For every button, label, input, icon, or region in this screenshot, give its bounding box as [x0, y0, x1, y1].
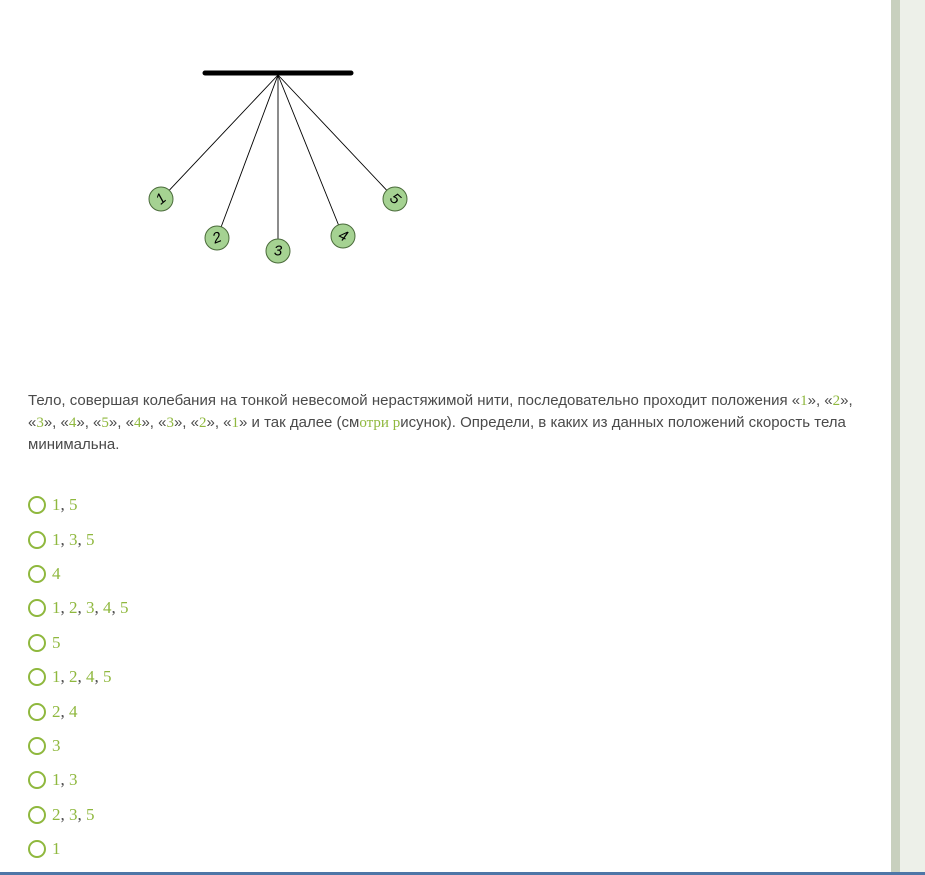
option-label: 1, 5	[52, 495, 78, 515]
option-label: 5	[52, 633, 61, 653]
option-label: 4	[52, 564, 61, 584]
radio-icon[interactable]	[28, 668, 46, 686]
radio-icon[interactable]	[28, 806, 46, 824]
content-region: 1 2 3 4 5 Тело, совершая колебания на тонкой…	[0, 0, 891, 872]
radio-icon[interactable]	[28, 634, 46, 652]
option-label: 2, 4	[52, 702, 78, 722]
pendulum-position-5: 5	[383, 187, 407, 211]
radio-icon[interactable]	[28, 737, 46, 755]
options-group: 1, 5 1, 3, 5 4 1, 2, 3, 4, 5 5 1, 2, 4, 5 2, 4…	[28, 488, 129, 866]
option-9[interactable]: 1, 3	[28, 763, 129, 797]
question-text: Тело, совершая колебания на тонкой невес…	[28, 390, 863, 456]
svg-text:3: 3	[274, 243, 283, 260]
option-label: 3	[52, 736, 61, 756]
option-1[interactable]: 1, 5	[28, 488, 129, 522]
option-5[interactable]: 5	[28, 626, 129, 660]
option-label: 1, 2, 3, 4, 5	[52, 598, 129, 618]
pendulum-diagram: 1 2 3 4 5	[140, 50, 420, 280]
option-label: 1, 2, 4, 5	[52, 667, 112, 687]
gutter	[891, 0, 900, 872]
option-8[interactable]: 3	[28, 729, 129, 763]
radio-icon[interactable]	[28, 703, 46, 721]
pendulum-position-1: 1	[149, 187, 173, 211]
radio-icon[interactable]	[28, 565, 46, 583]
option-11[interactable]: 1	[28, 832, 129, 866]
pendulum-position-4: 4	[331, 224, 355, 248]
radio-icon[interactable]	[28, 599, 46, 617]
option-10[interactable]: 2, 3, 5	[28, 798, 129, 832]
option-4[interactable]: 1, 2, 3, 4, 5	[28, 591, 129, 625]
radio-icon[interactable]	[28, 496, 46, 514]
option-2[interactable]: 1, 3, 5	[28, 522, 129, 556]
option-6[interactable]: 1, 2, 4, 5	[28, 660, 129, 694]
option-label: 1, 3	[52, 770, 78, 790]
scrollbar-track[interactable]	[900, 0, 925, 872]
pendulum-position-3: 3	[266, 239, 290, 263]
radio-icon[interactable]	[28, 840, 46, 858]
option-7[interactable]: 2, 4	[28, 694, 129, 728]
option-label: 1, 3, 5	[52, 530, 95, 550]
pendulum-position-2: 2	[205, 226, 229, 250]
option-3[interactable]: 4	[28, 557, 129, 591]
option-label: 1	[52, 839, 61, 859]
option-label: 2, 3, 5	[52, 805, 95, 825]
radio-icon[interactable]	[28, 771, 46, 789]
radio-icon[interactable]	[28, 531, 46, 549]
